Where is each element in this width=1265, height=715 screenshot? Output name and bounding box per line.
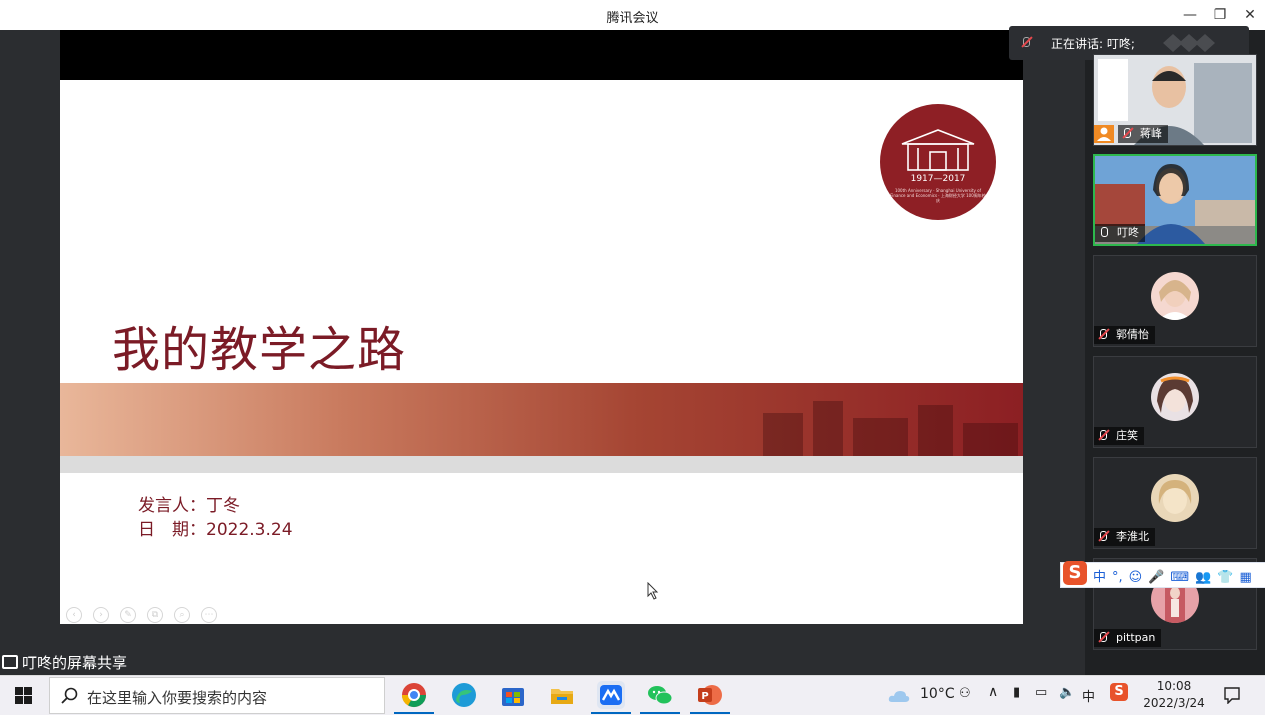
divider-strip xyxy=(60,456,1023,473)
slide-banner xyxy=(60,383,1023,456)
ime-toolbar: S 中 °, ☺ 🎤 ⌨ 👥 👕 ▦ xyxy=(1060,561,1265,588)
muted-mic-icon xyxy=(1100,632,1107,642)
participant-name: 庄笑 xyxy=(1116,429,1138,442)
avatar xyxy=(1151,373,1199,421)
edge-icon[interactable] xyxy=(450,681,478,709)
presentation-slide: 1917—2017 100th Anniversary · Shanghai U… xyxy=(60,80,1023,624)
slide-toolbar: ‹ › ✎ ⧉ ⌕ ⋯ xyxy=(66,602,228,623)
minimize-button[interactable]: — xyxy=(1178,4,1202,26)
users-icon[interactable]: 👥 xyxy=(1195,570,1211,585)
weather-temp[interactable]: 10°C xyxy=(920,686,955,702)
video-tile-active[interactable]: 叮咚 xyxy=(1093,154,1257,246)
sogou-tray-icon[interactable]: S xyxy=(1110,683,1128,701)
keyboard-icon[interactable]: ⌨ xyxy=(1170,570,1189,585)
date-line: 日 期：2022.3.24 xyxy=(138,520,293,540)
emoji-icon[interactable]: ☺ xyxy=(1129,570,1143,585)
copy-icon[interactable]: ⧉ xyxy=(147,607,163,623)
participant-name: 蒋峰 xyxy=(1140,127,1162,140)
skin-icon[interactable]: 👕 xyxy=(1217,570,1233,585)
toolbox-icon[interactable]: ▦ xyxy=(1240,570,1252,585)
clock-date: 2022/3/24 xyxy=(1143,696,1205,710)
screen-share-icon xyxy=(2,655,18,669)
search-placeholder: 在这里输入你要搜索的内容 xyxy=(87,689,268,707)
chrome-icon[interactable] xyxy=(394,681,434,714)
people-icon[interactable]: ⚇ xyxy=(959,686,971,701)
slide-title: 我的教学之路 xyxy=(112,322,407,378)
weather-cloud-icon[interactable] xyxy=(887,688,911,704)
clock-time: 10:08 xyxy=(1156,679,1192,693)
presenter-line: 发言人：丁冬 xyxy=(138,496,240,516)
ime-indicator[interactable]: 中 xyxy=(1082,686,1095,705)
close-button[interactable]: ✕ xyxy=(1238,4,1262,26)
search-icon xyxy=(61,687,78,704)
participant-name: 李淮北 xyxy=(1116,530,1149,543)
pen-icon[interactable]: ✎ xyxy=(120,607,136,623)
participant-name: pittpan xyxy=(1116,631,1156,644)
host-icon xyxy=(1094,125,1114,143)
muted-mic-icon xyxy=(1100,329,1107,339)
microphone-icon[interactable]: ▮ xyxy=(1013,685,1020,700)
window-title: 腾讯会议 xyxy=(606,11,659,26)
audio-wave-icon xyxy=(1163,34,1215,52)
more-icon[interactable]: ⋯ xyxy=(201,607,217,623)
chevron-up-icon[interactable]: ∧ xyxy=(988,684,998,700)
network-icon[interactable]: ▭ xyxy=(1035,685,1047,700)
building-silhouette-icon xyxy=(763,401,1018,456)
muted-mic-icon xyxy=(1100,531,1107,541)
notification-icon[interactable] xyxy=(1223,686,1241,704)
tencent-meeting-icon[interactable] xyxy=(591,681,631,714)
avatar xyxy=(1151,474,1199,522)
logo-years: 1917—2017 xyxy=(910,174,966,184)
mouse-cursor-icon xyxy=(647,582,659,600)
screen-share-owner: 叮咚的屏幕共享 xyxy=(22,654,128,672)
participant-name: 郭倩怡 xyxy=(1116,328,1149,341)
zoom-icon[interactable]: ⌕ xyxy=(174,607,190,623)
taskbar-search[interactable]: 在这里输入你要搜索的内容 xyxy=(49,677,385,714)
muted-mic-icon xyxy=(1023,37,1030,47)
prev-slide-icon[interactable]: ‹ xyxy=(66,607,82,623)
sogou-logo-icon[interactable]: S xyxy=(1063,561,1087,585)
ime-mode-button[interactable]: 中 xyxy=(1093,566,1106,585)
video-tile[interactable]: 蒋峰 xyxy=(1093,54,1257,146)
mic-icon xyxy=(1101,227,1108,237)
clock[interactable]: 10:08 2022/3/24 xyxy=(1136,678,1212,712)
video-tile[interactable]: 李淮北 xyxy=(1093,457,1257,549)
taskbar: 在这里输入你要搜索的内容 P 10°C ⚇ ∧ ▮ ▭ 🔈 中 S 10:08 … xyxy=(0,675,1265,715)
voice-icon[interactable]: 🎤 xyxy=(1148,570,1164,585)
file-explorer-icon[interactable] xyxy=(548,681,576,709)
university-logo: 1917—2017 100th Anniversary · Shanghai U… xyxy=(880,104,996,220)
muted-mic-icon xyxy=(1100,430,1107,440)
logo-subtitle: 100th Anniversary · Shanghai University … xyxy=(890,188,986,203)
store-icon[interactable] xyxy=(499,681,527,709)
video-tile[interactable]: 庄笑 xyxy=(1093,356,1257,448)
powerpoint-icon[interactable]: P xyxy=(690,681,730,714)
muted-mic-icon xyxy=(1124,128,1131,138)
screen-share-label: 叮咚的屏幕共享 xyxy=(2,652,127,673)
speaking-text: 正在讲话: 叮咚; xyxy=(1051,37,1135,51)
wechat-icon[interactable] xyxy=(640,681,680,714)
windows-start-icon[interactable] xyxy=(15,687,32,704)
svg-text:P: P xyxy=(701,691,708,702)
volume-icon[interactable]: 🔈 xyxy=(1059,685,1075,700)
avatar xyxy=(1151,272,1199,320)
video-tile[interactable]: 郭倩怡 xyxy=(1093,255,1257,347)
presenter-info: 发言人：丁冬 日 期：2022.3.24 xyxy=(138,494,293,542)
maximize-button[interactable]: ❐ xyxy=(1208,4,1232,26)
next-slide-icon[interactable]: › xyxy=(93,607,109,623)
participant-name: 叮咚 xyxy=(1117,226,1139,239)
ime-punct-button[interactable]: °, xyxy=(1112,570,1123,585)
